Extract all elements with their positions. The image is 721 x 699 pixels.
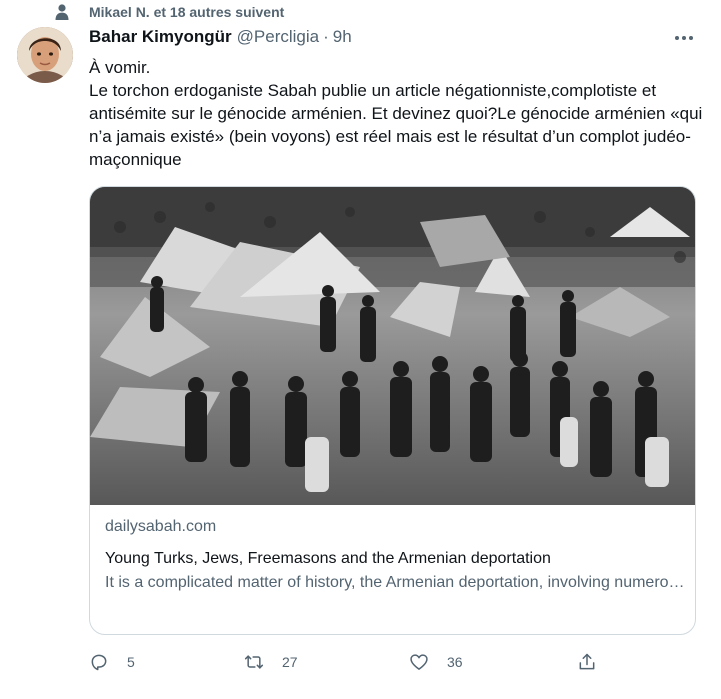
like-button[interactable]: 36 [409, 650, 463, 674]
retweet-icon [244, 655, 264, 669]
author-name[interactable]: Bahar Kimyongür [89, 27, 232, 47]
share-button[interactable] [577, 650, 597, 674]
heart-icon [410, 654, 428, 670]
author-handle[interactable]: @Percligia [237, 27, 319, 47]
tweet-text-line: À vomir. [89, 58, 151, 77]
avatar-image [17, 27, 73, 83]
share-icon [579, 653, 595, 670]
tweet-text-paragraph: Le torchon erdoganiste Sabah publie un a… [89, 81, 703, 169]
person-icon [55, 4, 69, 20]
more-button[interactable] [672, 28, 696, 48]
tweet[interactable]: Mikael N. et 18 autres suivent Bahar Kim… [0, 0, 721, 699]
tweet-time[interactable]: 9h [333, 27, 352, 47]
card-title: Young Turks, Jews, Freemasons and the Ar… [105, 550, 551, 567]
reply-icon [91, 654, 107, 671]
avatar[interactable] [17, 27, 73, 83]
card-description: It is a complicated matter of history, t… [105, 574, 685, 591]
tweet-actions: 5 27 36 [89, 650, 696, 674]
link-card[interactable]: dailysabah.com Young Turks, Jews, Freema… [89, 186, 696, 635]
more-icon [675, 36, 693, 40]
retweet-button[interactable]: 27 [244, 650, 298, 674]
reply-count: 5 [127, 654, 135, 670]
social-context-text[interactable]: Mikael N. et 18 autres suivent [89, 4, 284, 20]
retweet-count: 27 [282, 654, 298, 670]
card-text: dailysabah.com Young Turks, Jews, Freema… [105, 515, 685, 595]
separator-dot: · [323, 27, 329, 46]
social-context: Mikael N. et 18 autres suivent [0, 0, 721, 26]
card-domain: dailysabah.com [105, 518, 217, 535]
card-image [90, 187, 695, 505]
reply-button[interactable]: 5 [89, 650, 135, 674]
tweet-text: À vomir. Le torchon erdoganiste Sabah pu… [89, 56, 704, 171]
like-count: 36 [447, 654, 463, 670]
tweet-header: Bahar Kimyongür @Percligia · 9h [89, 27, 352, 49]
